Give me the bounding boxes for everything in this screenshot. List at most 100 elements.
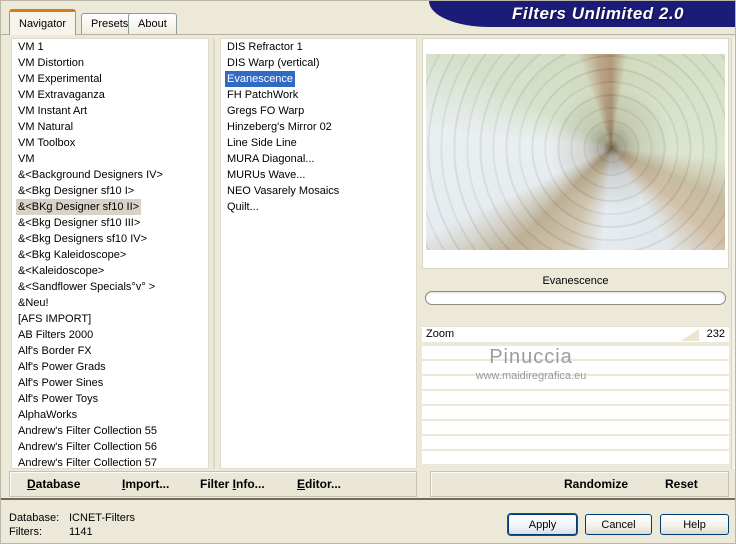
filter-item-label: Quilt... xyxy=(227,201,259,213)
filter-item[interactable]: DIS Refractor 1 xyxy=(221,39,416,55)
category-item[interactable]: VM xyxy=(12,151,208,167)
category-item-label: VM xyxy=(18,153,35,165)
category-item-label: VM Toolbox xyxy=(18,137,76,149)
category-item-label: AB Filters 2000 xyxy=(18,329,94,341)
category-item[interactable]: VM Extravaganza xyxy=(12,87,208,103)
filter-item-label: MURUs Wave... xyxy=(227,169,306,181)
filter-info-pre: Filter xyxy=(200,477,233,491)
category-item[interactable]: &<BKg Designer sf10 II> xyxy=(12,199,208,215)
app-title: Filters Unlimited 2.0 xyxy=(511,4,685,23)
category-item[interactable]: &Neu! xyxy=(12,295,208,311)
filters-count-label: Filters: xyxy=(9,526,42,538)
category-item[interactable]: Andrew's Filter Collection 55 xyxy=(12,423,208,439)
filter-item[interactable]: Hinzeberg's Mirror 02 xyxy=(221,119,416,135)
category-item-label: Alf's Power Sines xyxy=(18,377,104,389)
category-item[interactable]: AlphaWorks xyxy=(12,407,208,423)
category-list[interactable]: VM 1 VM Distortion VM Experimental VM Extra… xyxy=(11,38,209,469)
filter-item-label: MURA Diagonal... xyxy=(227,153,315,165)
help-button[interactable]: Help xyxy=(660,514,729,535)
category-item[interactable]: &<Bkg Designers sf10 IV> xyxy=(12,231,208,247)
category-item[interactable]: VM Instant Art xyxy=(12,103,208,119)
filter-item[interactable]: MURA Diagonal... xyxy=(221,151,416,167)
import-button[interactable]: Import... xyxy=(122,477,169,491)
category-item-label: Alf's Power Toys xyxy=(18,393,99,405)
category-item[interactable]: Alf's Power Grads xyxy=(12,359,208,375)
list-divider xyxy=(213,38,215,469)
filters-count-value: 1141 xyxy=(69,526,93,538)
category-item-label: Alf's Border FX xyxy=(18,345,92,357)
category-item-label: Andrew's Filter Collection 55 xyxy=(18,425,158,437)
params-scrollbar[interactable] xyxy=(731,38,735,469)
filter-item-label: DIS Refractor 1 xyxy=(227,41,303,53)
tab-about[interactable]: About xyxy=(128,13,177,34)
category-item[interactable]: AB Filters 2000 xyxy=(12,327,208,343)
category-item-label: Alf's Power Grads xyxy=(18,361,106,373)
category-item[interactable]: VM 1 xyxy=(12,39,208,55)
category-item[interactable]: Alf's Power Toys xyxy=(12,391,208,407)
category-item-label: VM Natural xyxy=(18,121,74,133)
filter-list[interactable]: DIS Refractor 1 DIS Warp (vertical) Evanes… xyxy=(220,38,417,469)
filter-item-label: Hinzeberg's Mirror 02 xyxy=(227,121,332,133)
reset-button[interactable]: Reset xyxy=(665,477,698,491)
category-item[interactable]: VM Distortion xyxy=(12,55,208,71)
filter-item[interactable]: NEO Vasarely Mosaics xyxy=(221,183,416,199)
category-item[interactable]: Alf's Border FX xyxy=(12,343,208,359)
category-item-label: &<BKg Designer sf10 II> xyxy=(16,199,142,215)
empty-parameter-row xyxy=(422,421,729,434)
editor-rest: ditor... xyxy=(305,477,342,491)
category-item[interactable]: VM Toolbox xyxy=(12,135,208,151)
category-item[interactable]: Alf's Power Sines xyxy=(12,375,208,391)
category-item[interactable]: &<Kaleidoscope> xyxy=(12,263,208,279)
filter-item[interactable]: Gregs FO Warp xyxy=(221,103,416,119)
category-item[interactable]: &<Background Designers IV> xyxy=(12,167,208,183)
category-item-label: Andrew's Filter Collection 56 xyxy=(18,441,158,453)
empty-parameter-row xyxy=(422,406,729,419)
category-item[interactable]: &<Bkg Kaleidoscope> xyxy=(12,247,208,263)
category-item[interactable]: [AFS IMPORT] xyxy=(12,311,208,327)
empty-parameter-row xyxy=(422,361,729,374)
category-item-label: VM Extravaganza xyxy=(18,89,105,101)
filter-info-rest: nfo... xyxy=(236,477,265,491)
category-item[interactable]: VM Experimental xyxy=(12,71,208,87)
category-item[interactable]: VM Natural xyxy=(12,119,208,135)
filter-item[interactable]: DIS Warp (vertical) xyxy=(221,55,416,71)
category-item[interactable]: Andrew's Filter Collection 56 xyxy=(12,439,208,455)
category-item-label: &<Bkg Designer sf10 III> xyxy=(18,217,141,229)
filter-item[interactable]: Quilt... xyxy=(221,199,416,215)
empty-parameter-row xyxy=(422,376,729,389)
zoom-slider[interactable]: Zoom 232 xyxy=(422,326,729,342)
category-item-label: &<Bkg Kaleidoscope> xyxy=(18,249,127,261)
randomize-button[interactable]: Randomize xyxy=(564,477,628,491)
database-button[interactable]: Database xyxy=(27,477,80,491)
category-item-label: &<Bkg Designer sf10 I> xyxy=(18,185,135,197)
category-item[interactable]: Andrew's Filter Collection 57 xyxy=(12,455,208,468)
tab-about-label: About xyxy=(138,18,167,30)
database-rest: atabase xyxy=(35,477,81,491)
import-rest: mport... xyxy=(125,477,170,491)
category-item-label: &Neu! xyxy=(18,297,49,309)
filter-info-button[interactable]: Filter Info... xyxy=(200,477,265,491)
filter-item[interactable]: FH PatchWork xyxy=(221,87,416,103)
parameter-rows xyxy=(422,346,729,464)
zoom-slider-wedge xyxy=(681,329,699,341)
editor-button[interactable]: Editor... xyxy=(297,477,341,491)
category-item-label: &<Sandflower Specials°v° > xyxy=(18,281,156,293)
filter-item[interactable]: Line Side Line xyxy=(221,135,416,151)
filters-unlimited-window: Filters Unlimited 2.0 Navigator Presets … xyxy=(0,0,736,544)
database-status-label: Database: xyxy=(9,512,60,524)
bottom-separator xyxy=(1,498,735,500)
filter-item-label: NEO Vasarely Mosaics xyxy=(227,185,340,197)
tab-baseline xyxy=(1,34,735,35)
cancel-button[interactable]: Cancel xyxy=(585,514,652,535)
category-item[interactable]: &<Bkg Designer sf10 I> xyxy=(12,183,208,199)
category-item[interactable]: &<Bkg Designer sf10 III> xyxy=(12,215,208,231)
zoom-slider-label: Zoom xyxy=(426,328,455,340)
filter-item[interactable]: Evanescence xyxy=(221,71,416,87)
category-item-label: &<Background Designers IV> xyxy=(18,169,163,181)
filter-item[interactable]: MURUs Wave... xyxy=(221,167,416,183)
category-item[interactable]: &<Sandflower Specials°v° > xyxy=(12,279,208,295)
category-item-label: VM Experimental xyxy=(18,73,102,85)
apply-button[interactable]: Apply xyxy=(508,514,577,535)
preview-panel xyxy=(422,38,729,269)
tab-navigator[interactable]: Navigator xyxy=(9,9,77,35)
